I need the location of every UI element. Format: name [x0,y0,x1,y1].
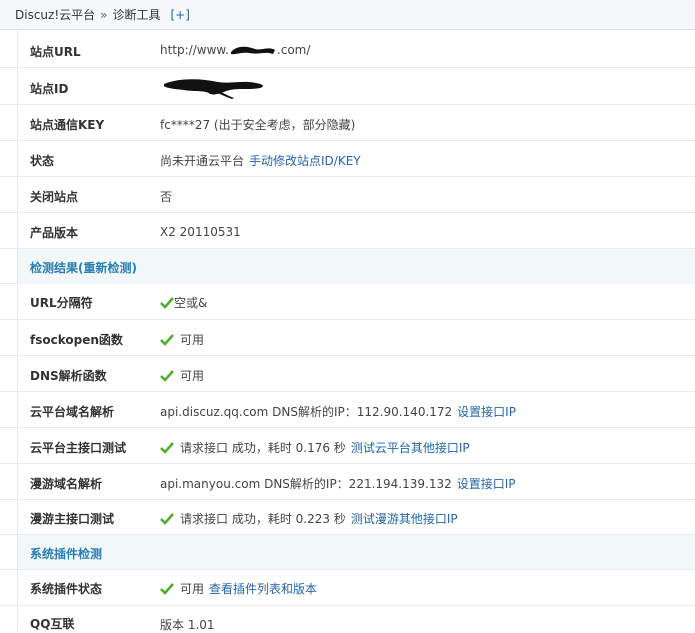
add-shortcut-button[interactable]: [+] [171,8,190,22]
breadcrumb-root[interactable]: Discuz!云平台 [15,6,95,23]
site-id-value [160,74,270,100]
site-id-row: 站点ID [18,68,695,104]
plugin-check-section: 系统插件检测 [18,535,695,569]
status-label: 状态 [30,154,55,168]
plugin-row: QQ互联 版本 1.01 [18,606,695,632]
redacted-scribble [164,79,263,99]
breadcrumb-current: 诊断工具 [112,8,161,22]
check-value: api.discuz.qq.com DNS解析的IP：112.90.140.17… [160,403,516,420]
check-result-text: 空或& [174,296,208,310]
site-url-suffix: .com/ [276,43,311,57]
check-row: 云平台主接口测试 请求接口 成功，耗时 0.176 秒 测试云平台其他接口IP [18,428,695,463]
product-version-label: 产品版本 [30,226,79,240]
check-value: 可用 [160,367,204,384]
check-results-section: 检测结果(重新检测) [18,249,695,284]
check-label: fsockopen函数 [30,333,123,347]
site-closed-value: 否 [160,190,173,204]
check-row: 漫游域名解析 api.manyou.com DNS解析的IP：221.194.1… [18,464,695,499]
check-value: 可用 [160,331,204,348]
check-result-text: 可用 [180,369,205,383]
product-version-value: X2 20110531 [160,225,241,239]
check-value: 空或& [160,294,207,311]
check-result-text: 请求接口 成功，耗时 0.223 秒 [180,512,346,526]
check-result-text: 请求接口 成功，耗时 0.176 秒 [180,441,346,455]
check-label: DNS解析函数 [30,369,107,383]
plugin-label: 系统插件状态 [30,582,103,596]
check-value: 请求接口 成功，耗时 0.223 秒 测试漫游其他接口IP [160,510,458,527]
plugin-row: 系统插件状态 可用 查看插件列表和版本 [18,570,695,605]
plugin-value: 可用 查看插件列表和版本 [160,580,317,597]
site-url-value: http://www. .com/ [160,43,310,57]
view-plugin-list-link[interactable]: 查看插件列表和版本 [209,580,317,597]
set-api-ip-link[interactable]: 设置接口IP [457,403,516,420]
check-result-text: api.discuz.qq.com DNS解析的IP：112.90.140.17… [160,405,453,419]
check-row: 云平台域名解析 api.discuz.qq.com DNS解析的IP：112.9… [18,392,695,427]
status-text: 尚未开通云平台 [160,154,245,168]
plugin-label: QQ互联 [30,617,75,631]
site-closed-label: 关闭站点 [30,190,79,204]
set-api-ip-link[interactable]: 设置接口IP [457,475,516,492]
plugin-check-title: 系统插件检测 [30,547,103,561]
check-label: 云平台域名解析 [30,405,115,419]
site-closed-row: 关闭站点 否 [18,177,695,212]
check-results-title[interactable]: 检测结果(重新检测) [30,259,137,276]
check-label: 漫游主接口测试 [30,512,115,526]
product-version-row: 产品版本 X2 20110531 [18,213,695,248]
site-id-label: 站点ID [30,82,69,96]
status-value: 尚未开通云平台 手动修改站点ID/KEY [160,152,361,169]
breadcrumb-separator: » [100,7,108,22]
breadcrumb: Discuz!云平台 » 诊断工具 [+] [0,0,695,30]
check-icon [160,333,174,346]
plugin-version-text: 版本 1.01 [160,618,215,632]
check-value: api.manyou.com DNS解析的IP：221.194.139.132 … [160,475,516,492]
check-icon [160,296,174,309]
site-key-value: fc****27 (出于安全考虑，部分隐藏) [160,118,356,132]
edit-site-id-key-link[interactable]: 手动修改站点ID/KEY [249,152,361,169]
check-value: 请求接口 成功，耗时 0.176 秒 测试云平台其他接口IP [160,439,470,456]
check-row: DNS解析函数 可用 [18,356,695,391]
check-result-text: api.manyou.com DNS解析的IP：221.194.139.132 [160,477,452,491]
check-row: 漫游主接口测试 请求接口 成功，耗时 0.223 秒 测试漫游其他接口IP [18,500,695,534]
redacted-scribble [229,44,277,56]
check-row: URL分隔符 空或& [18,284,695,319]
check-icon [160,512,174,525]
site-key-label: 站点通信KEY [30,118,105,132]
status-row: 状态 尚未开通云平台 手动修改站点ID/KEY [18,141,695,176]
check-icon [160,441,174,454]
check-icon [160,582,174,595]
check-label: 漫游域名解析 [30,477,103,491]
check-row: fsockopen函数 可用 [18,320,695,355]
check-label: 云平台主接口测试 [30,441,127,455]
site-url-prefix: http://www. [160,43,229,57]
check-label: URL分隔符 [30,296,93,310]
site-url-row: 站点URL http://www. .com/ [18,31,695,67]
site-key-row: 站点通信KEY fc****27 (出于安全考虑，部分隐藏) [18,105,695,140]
check-result-text: 可用 [180,333,205,347]
test-manyou-api-ip-link[interactable]: 测试漫游其他接口IP [351,510,458,527]
site-url-label: 站点URL [30,45,81,59]
test-cloud-api-ip-link[interactable]: 测试云平台其他接口IP [351,439,470,456]
plugin-status-text: 可用 [180,582,205,596]
check-icon [160,369,174,382]
